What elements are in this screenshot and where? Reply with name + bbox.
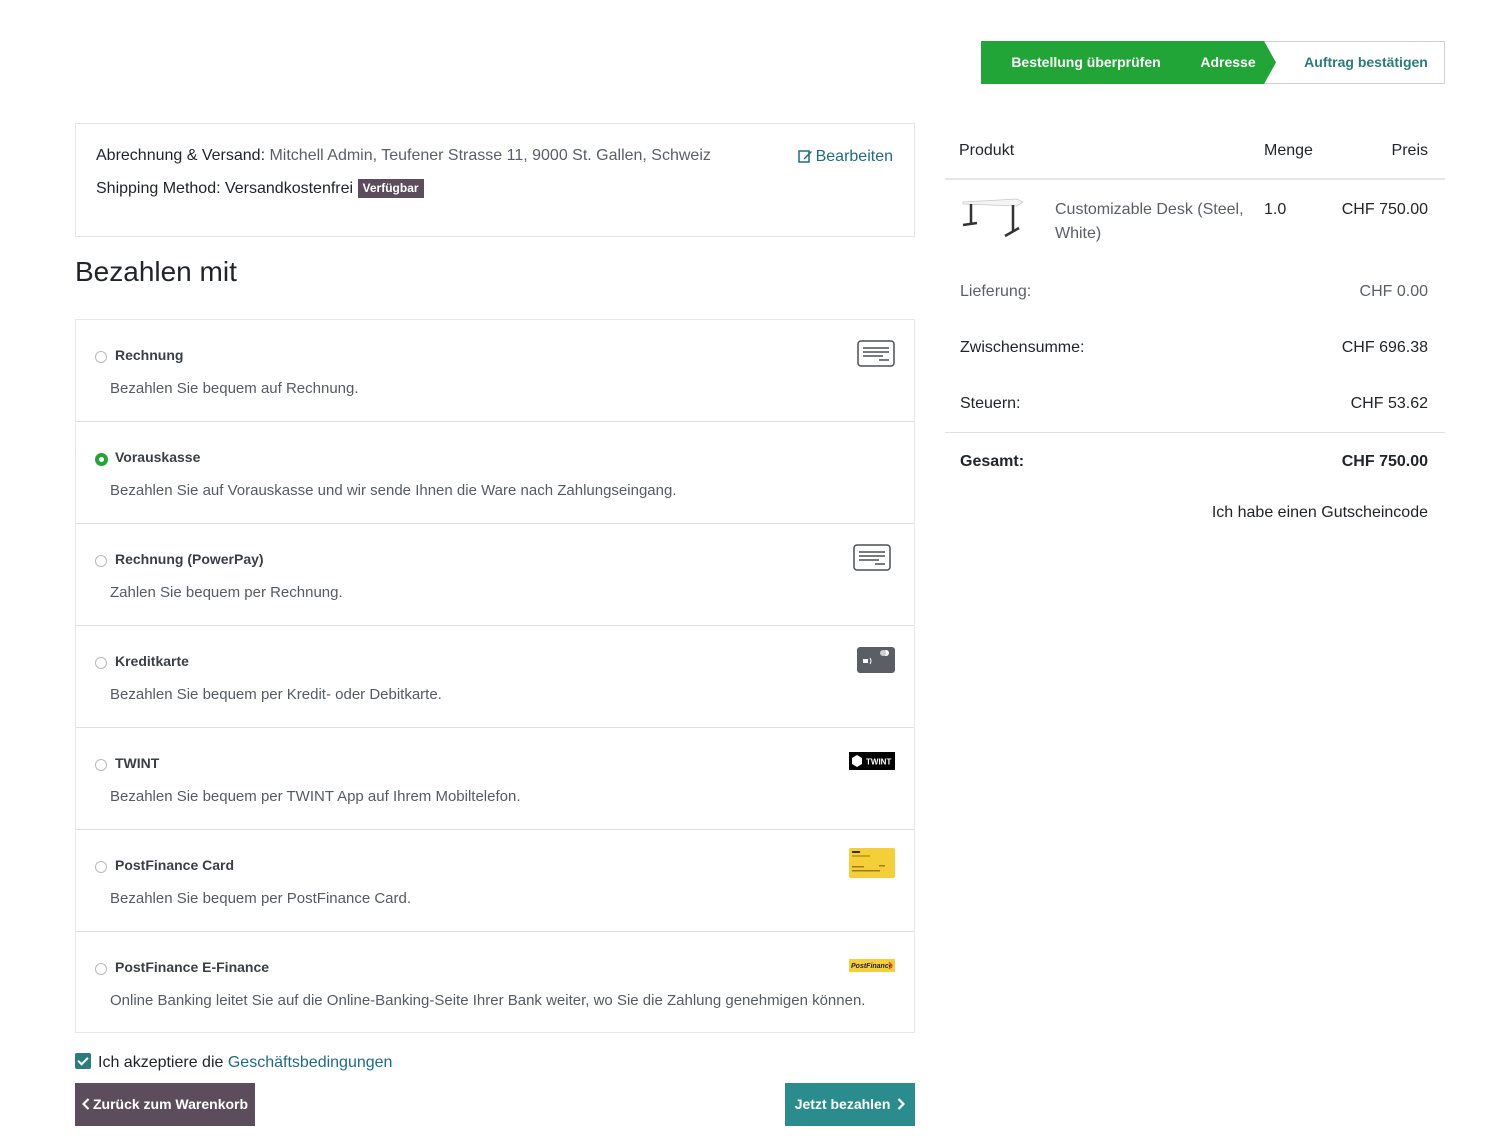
postfinance-card-icon	[849, 848, 895, 878]
payment-method-description: Bezahlen Sie auf Vorauskasse und wir sen…	[110, 482, 677, 499]
payment-method-name: PostFinance Card	[115, 857, 235, 873]
invoice-icon	[853, 544, 891, 571]
terms-link[interactable]: Geschäftsbedingungen	[228, 1054, 393, 1071]
edit-address-link[interactable]: Bearbeiten	[797, 148, 893, 166]
payment-method-name: Vorauskasse	[115, 449, 201, 465]
payment-method-description: Zahlen Sie bequem per Rechnung.	[110, 584, 343, 601]
header-quantity: Menge	[1264, 142, 1313, 159]
taxes-row: Steuern: CHF 53.62	[945, 376, 1445, 432]
chevron-right-icon	[898, 1098, 906, 1110]
twint-logo: TWINT	[849, 752, 895, 770]
subtotal-row: Zwischensumme: CHF 696.38	[945, 320, 1445, 376]
product-name[interactable]: Customizable Desk (Steel, White)	[1055, 198, 1245, 246]
coupon-link[interactable]: Ich habe einen Gutscheincode	[1212, 504, 1428, 522]
billing-shipping-value: Mitchell Admin, Teufener Strasse 11, 900…	[269, 147, 711, 164]
chevron-left-icon	[81, 1098, 90, 1110]
payment-method-description: Bezahlen Sie bequem per TWINT App auf Ih…	[110, 788, 521, 805]
payment-radio[interactable]	[95, 861, 107, 873]
payment-method-powerpay[interactable]: Rechnung (PowerPay) Zahlen Sie bequem pe…	[76, 524, 914, 626]
payment-method-prepayment[interactable]: Vorauskasse Bezahlen Sie auf Vorauskasse…	[76, 422, 914, 524]
shipping-method-label: Shipping Method:	[96, 180, 221, 197]
payment-method-name: Rechnung	[115, 347, 184, 363]
product-image	[962, 198, 1024, 238]
payment-method-name: PostFinance E-Finance	[115, 959, 270, 975]
payment-method-name: Rechnung (PowerPay)	[115, 551, 264, 567]
edit-address-label: Bearbeiten	[815, 148, 893, 165]
pay-now-label: Jetzt bezahlen	[794, 1096, 891, 1112]
credit-card-icon	[857, 647, 895, 673]
twint-logo-text: TWINT	[866, 758, 891, 767]
delivery-value: CHF 0.00	[1359, 283, 1428, 300]
postfinance-logo: PostFinance	[849, 959, 895, 972]
taxes-value: CHF 53.62	[1350, 395, 1428, 412]
availability-badge: Verfügbar	[357, 179, 424, 198]
payment-radio[interactable]	[95, 555, 107, 567]
payment-method-twint[interactable]: TWINT Bezahlen Sie bequem per TWINT App …	[76, 728, 914, 830]
payment-method-postfinance-efinance[interactable]: PostFinance E-Finance Online Banking lei…	[76, 932, 914, 1033]
payment-method-invoice[interactable]: Rechnung Bezahlen Sie bequem auf Rechnun…	[76, 320, 914, 422]
cart-line: Customizable Desk (Steel, White) 1.0 CHF…	[945, 180, 1445, 264]
payment-method-list: Rechnung Bezahlen Sie bequem auf Rechnun…	[75, 319, 915, 1033]
header-product: Produkt	[959, 142, 1015, 159]
total-label: Gesamt:	[960, 453, 1025, 470]
payment-radio[interactable]	[95, 759, 107, 771]
subtotal-label: Zwischensumme:	[960, 339, 1085, 356]
edit-icon	[797, 150, 812, 163]
payment-method-description: Bezahlen Sie bequem per PostFinance Card…	[110, 890, 412, 907]
payment-method-name: TWINT	[115, 755, 160, 771]
cart-summary: Produkt Menge Preis Customizable Desk (S…	[945, 123, 1445, 521]
step-review-order[interactable]: Bestellung überprüfen	[981, 41, 1191, 84]
payment-method-credit-card[interactable]: Kreditkarte Bezahlen Sie bequem per Kred…	[76, 626, 914, 728]
terms-checkbox[interactable]	[75, 1053, 91, 1069]
payment-method-description: Online Banking leitet Sie auf die Online…	[110, 992, 866, 1009]
payment-radio[interactable]	[95, 963, 107, 975]
terms-label: Ich akzeptiere die	[98, 1054, 224, 1071]
payment-radio-selected[interactable]	[95, 453, 108, 466]
payment-method-description: Bezahlen Sie bequem per Kredit- oder Deb…	[110, 686, 442, 703]
taxes-label: Steuern:	[960, 395, 1021, 412]
shipping-method-value: Versandkostenfrei	[224, 180, 354, 197]
terms-acceptance: Ich akzeptiere die Geschäftsbedingungen	[75, 1053, 392, 1072]
delivery-row: Lieferung: CHF 0.00	[945, 264, 1445, 320]
payment-title: Bezahlen mit	[75, 256, 237, 287]
shipping-method-line: Shipping Method: Versandkostenfrei Verfü…	[96, 179, 424, 198]
step-confirm-order: Auftrag bestätigen	[1304, 54, 1428, 70]
delivery-label: Lieferung:	[960, 283, 1032, 300]
back-to-cart-button[interactable]: Zurück zum Warenkorb	[75, 1083, 255, 1126]
pay-now-button[interactable]: Jetzt bezahlen	[785, 1083, 915, 1126]
checkout-progress: Bestellung überprüfen Adresse Auftrag be…	[981, 41, 1445, 84]
total-value: CHF 750.00	[1341, 453, 1428, 470]
product-quantity: 1.0	[1264, 201, 1287, 218]
total-row: Gesamt: CHF 750.00	[945, 432, 1445, 489]
payment-radio[interactable]	[95, 657, 107, 669]
payment-method-postfinance-card[interactable]: PostFinance Card Bezahlen Sie bequem per…	[76, 830, 914, 932]
postfinance-logo-text: PostFinance	[851, 963, 893, 970]
back-to-cart-label: Zurück zum Warenkorb	[92, 1096, 249, 1112]
payment-method-description: Bezahlen Sie bequem auf Rechnung.	[110, 380, 359, 397]
billing-shipping-label: Abrechnung & Versand:	[96, 147, 266, 164]
payment-radio[interactable]	[95, 351, 107, 363]
product-price: CHF 750.00	[1341, 201, 1428, 218]
billing-shipping-line: Abrechnung & Versand: Mitchell Admin, Te…	[96, 147, 711, 165]
header-price: Preis	[1391, 142, 1428, 159]
address-summary: Abrechnung & Versand: Mitchell Admin, Te…	[75, 123, 915, 237]
subtotal-value: CHF 696.38	[1341, 339, 1428, 356]
invoice-icon	[857, 340, 895, 367]
cart-header: Produkt Menge Preis	[945, 123, 1445, 180]
payment-method-name: Kreditkarte	[115, 653, 189, 669]
